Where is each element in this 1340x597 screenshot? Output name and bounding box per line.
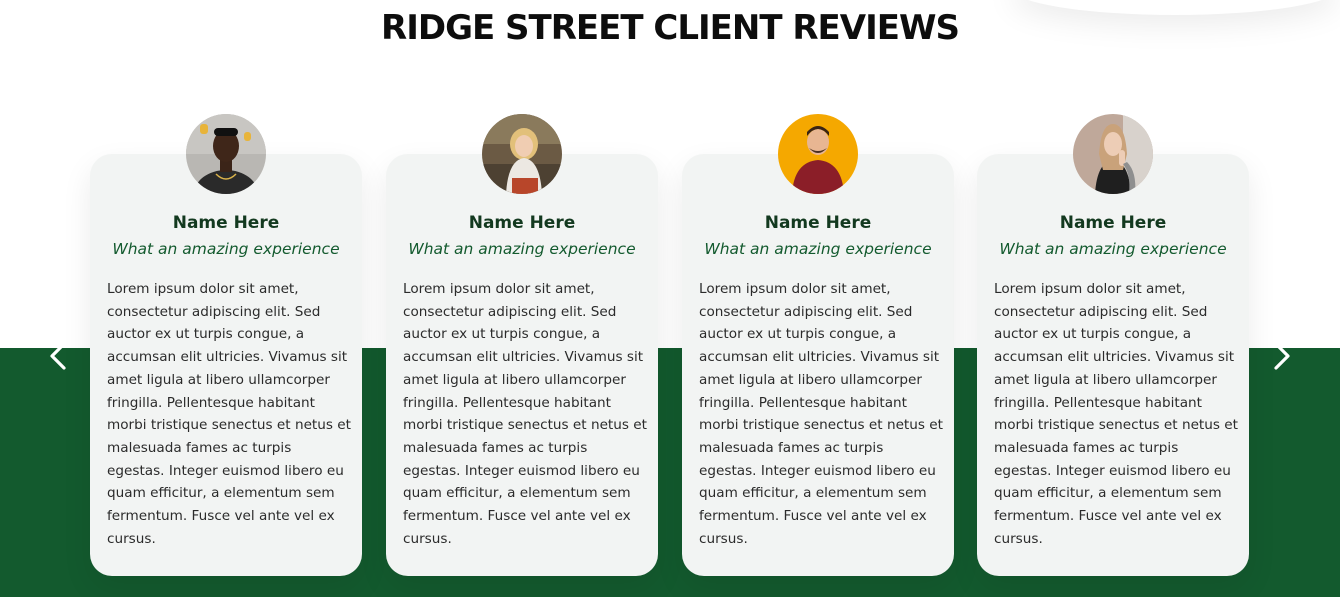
avatar <box>482 114 562 194</box>
review-card: Name Here What an amazing experience Lor… <box>682 114 954 576</box>
review-card: Name Here What an amazing experience Lor… <box>90 114 362 576</box>
reviewer-name: Name Here <box>468 213 576 233</box>
reviewer-name: Name Here <box>1059 213 1167 233</box>
review-tagline: What an amazing experience <box>999 240 1227 258</box>
review-card: Name Here What an amazing experience Lor… <box>386 114 658 576</box>
review-text: Lorem ipsum dolor sit amet, consectetur … <box>403 281 647 547</box>
review-tagline: What an amazing experience <box>112 240 340 258</box>
carousel-next-button[interactable] <box>1266 338 1296 374</box>
carousel-prev-button[interactable] <box>44 338 74 374</box>
avatar <box>186 114 266 194</box>
review-card: Name Here What an amazing experience Lor… <box>977 114 1249 576</box>
review-tagline: What an amazing experience <box>408 240 636 258</box>
chevron-left-icon <box>50 342 66 370</box>
chevron-right-icon <box>1274 342 1290 370</box>
reviewer-name: Name Here <box>764 213 872 233</box>
review-text: Lorem ipsum dolor sit amet, consectetur … <box>699 281 943 547</box>
review-text: Lorem ipsum dolor sit amet, consectetur … <box>107 281 351 547</box>
section-title: RIDGE STREET CLIENT REVIEWS <box>381 8 960 48</box>
reviewer-name: Name Here <box>172 213 280 233</box>
review-text: Lorem ipsum dolor sit amet, consectetur … <box>994 281 1238 547</box>
avatar <box>1073 114 1153 194</box>
review-tagline: What an amazing experience <box>704 240 932 258</box>
avatar <box>778 114 858 194</box>
